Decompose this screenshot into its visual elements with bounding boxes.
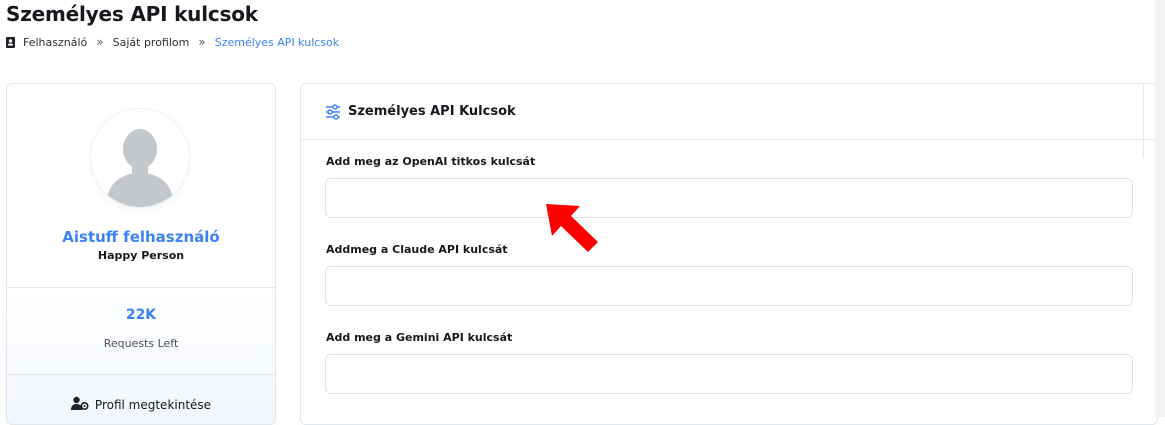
gemini-key-input[interactable] [325,354,1133,394]
breadcrumb-item-my-profile[interactable]: Saját profilom [113,36,190,49]
breadcrumb-separator: » [96,35,104,49]
breadcrumb-separator: » [198,35,206,49]
breadcrumb-item-api-keys: Személyes API kulcsok [214,35,340,49]
divider [7,374,275,375]
user-subtitle: Happy Person [97,249,185,262]
api-keys-card: Személyes API Kulcsok Add meg az OpenAI … [300,83,1158,425]
claude-key-input[interactable] [325,266,1133,306]
divider [1143,83,1144,158]
page-title: Személyes API kulcsok [6,2,258,26]
openai-key-label: Add meg az OpenAI titkos kulcsát [326,155,536,168]
openai-key-input[interactable] [325,178,1133,218]
divider [7,287,275,288]
breadcrumb-item-user[interactable]: Felhasználó [23,36,87,49]
view-profile-link[interactable]: Profil megtekintése [7,396,275,413]
requests-left-value: 22K [125,307,157,323]
claude-key-label: Addmeg a Claude API kulcsát [326,243,508,256]
requests-left-label: Requests Left [103,337,179,350]
api-keys-title: Személyes API Kulcsok [348,104,516,119]
user-cog-icon [70,396,89,413]
breadcrumb: Felhasználó » Saját profilom » Személyes… [6,35,339,49]
user-name: Aistuff felhasználó [62,228,220,246]
sliders-icon [325,103,341,120]
profile-card: Aistuff felhasználó Happy Person 22K Req… [6,83,276,425]
gemini-key-label: Add meg a Gemini API kulcsát [326,331,513,344]
page-scrollbar[interactable] [1155,0,1165,417]
id-card-icon [6,36,15,48]
user-avatar-icon [91,109,189,207]
view-profile-label: Profil megtekintése [94,397,212,412]
api-keys-header: Személyes API Kulcsok [301,84,1157,140]
annotation-arrow-icon [546,204,598,252]
